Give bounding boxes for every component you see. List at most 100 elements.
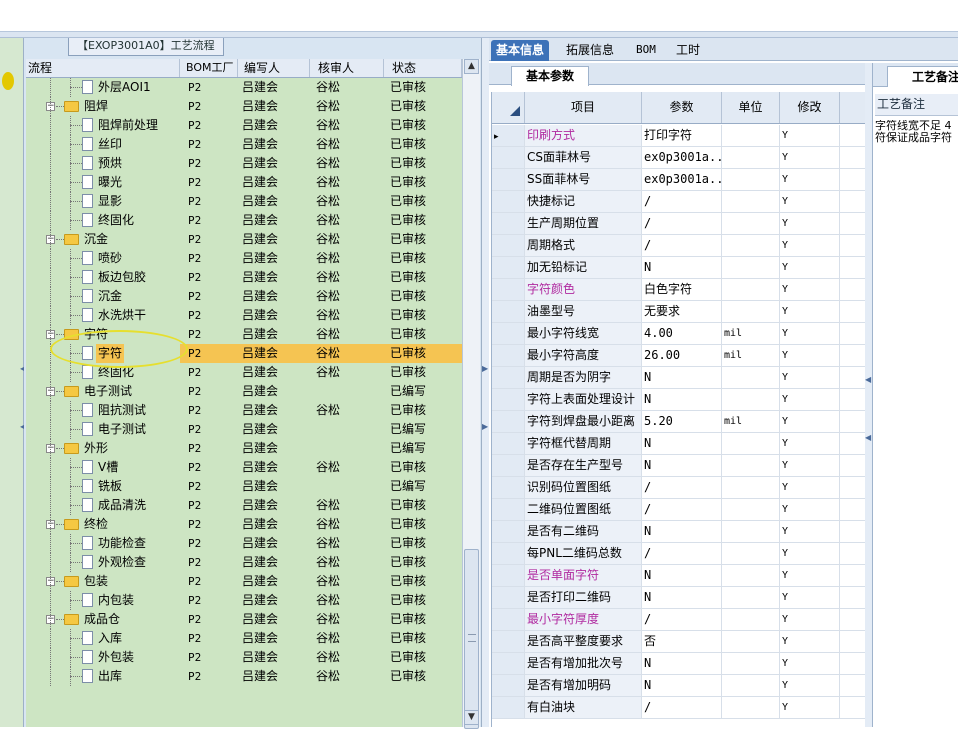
grid-cell-edit[interactable]: Y <box>780 521 840 542</box>
grid-row[interactable]: 生产周期位置 / Y <box>492 213 866 235</box>
column-header-writer[interactable]: 编写人 <box>238 59 310 77</box>
grid-row[interactable]: 字符到焊盘最小距离 5.20 mil Y <box>492 411 866 433</box>
grid-cell-unit[interactable] <box>722 587 780 608</box>
grid-row[interactable]: 是否单面字符 N Y <box>492 565 866 587</box>
grid-cell-param[interactable]: N <box>642 389 722 410</box>
tab-basic-info[interactable]: 基本信息 <box>491 40 550 61</box>
grid-cell-edit[interactable]: Y <box>780 169 840 190</box>
tree-node[interactable]: 水洗烘干 <box>26 306 180 325</box>
grid-row[interactable]: 最小字符高度 26.00 mil Y <box>492 345 866 367</box>
tree-row[interactable]: − 电子测试 P2 吕建会 已编写 <box>26 382 462 401</box>
tab-basic-params[interactable]: 基本参数 <box>511 66 590 86</box>
column-header-status[interactable]: 状态 <box>384 59 462 77</box>
row-selector[interactable] <box>492 323 525 344</box>
grid-cell-param[interactable]: N <box>642 653 722 674</box>
grid-cell-unit[interactable] <box>722 653 780 674</box>
grid-cell-unit[interactable] <box>722 389 780 410</box>
row-selector[interactable] <box>492 367 525 388</box>
tree-node[interactable]: 沉金 <box>26 287 180 306</box>
tree-node[interactable]: 预烘 <box>26 154 180 173</box>
grid-row[interactable]: 字符上表面处理设计 N Y <box>492 389 866 411</box>
tree-row[interactable]: 内包装 P2 吕建会 谷松 已审核 <box>26 591 462 610</box>
grid-cell-edit[interactable]: Y <box>780 609 840 630</box>
grid-cell-param[interactable]: 打印字符 <box>642 125 722 146</box>
tree-row[interactable]: 铣板 P2 吕建会 已编写 <box>26 477 462 496</box>
grid-cell-param[interactable]: 26.00 <box>642 345 722 366</box>
row-selector[interactable] <box>492 521 525 542</box>
grid-row[interactable]: 字符颜色 白色字符 Y <box>492 279 866 301</box>
grid-cell-edit[interactable]: Y <box>780 455 840 476</box>
splitter-arrow-icon[interactable]: ▶ <box>482 364 488 373</box>
row-selector[interactable] <box>492 147 525 168</box>
tree-row[interactable]: − 字符 P2 吕建会 谷松 已审核 <box>26 325 462 344</box>
grid-cell-param[interactable]: / <box>642 697 722 718</box>
tree-node[interactable]: 板边包胶 <box>26 268 180 287</box>
tree-row[interactable]: 成品清洗 P2 吕建会 谷松 已审核 <box>26 496 462 515</box>
tree-node[interactable]: − 沉金 <box>26 230 180 249</box>
grid-cell-unit[interactable] <box>722 191 780 212</box>
grid-cell-edit[interactable]: Y <box>780 213 840 234</box>
row-selector[interactable] <box>492 675 525 696</box>
tree-row[interactable]: − 阻焊 P2 吕建会 谷松 已审核 <box>26 97 462 116</box>
grid-row[interactable]: 是否高平整度要求否 Y <box>492 631 866 653</box>
grid-row[interactable]: 快捷标记 / Y <box>492 191 866 213</box>
grid-cell-unit[interactable] <box>722 631 780 652</box>
tree-node[interactable]: 外层AOI1 <box>26 78 180 97</box>
grid-cell-unit[interactable] <box>722 169 780 190</box>
tree-node[interactable]: 入库 <box>26 629 180 648</box>
notes-splitter[interactable]: ◀ ◀ <box>865 63 872 727</box>
grid-cell-unit[interactable] <box>722 367 780 388</box>
tab-process-notes[interactable]: 工艺备注 <box>887 66 958 87</box>
grid-cell-edit[interactable]: Y <box>780 587 840 608</box>
grid-cell-param[interactable]: / <box>642 235 722 256</box>
tree-node[interactable]: 丝印 <box>26 135 180 154</box>
grid-cell-param[interactable]: 无要求 <box>642 301 722 322</box>
grid-cell-edit[interactable]: Y <box>780 147 840 168</box>
column-header-flow[interactable]: 流程 <box>26 59 180 77</box>
grid-header-param[interactable]: 参数 <box>642 92 722 123</box>
grid-cell-unit[interactable] <box>722 301 780 322</box>
grid-cell-edit[interactable]: Y <box>780 191 840 212</box>
tree-row[interactable]: 显影 P2 吕建会 谷松 已审核 <box>26 192 462 211</box>
tree-row[interactable]: − 终检 P2 吕建会 谷松 已审核 <box>26 515 462 534</box>
tab-extended-info[interactable]: 拓展信息 <box>561 40 619 61</box>
grid-cell-edit[interactable]: Y <box>780 323 840 344</box>
tree-node[interactable]: − 外形 <box>26 439 180 458</box>
grid-cell-edit[interactable]: Y <box>780 125 840 146</box>
scroll-down-icon[interactable]: ▼ <box>464 710 479 725</box>
grid-cell-edit[interactable]: Y <box>780 631 840 652</box>
tree-node[interactable]: − 终检 <box>26 515 180 534</box>
row-selector[interactable] <box>492 411 525 432</box>
tree-node[interactable]: 外观检查 <box>26 553 180 572</box>
grid-row[interactable]: 字符框代替周期 N Y <box>492 433 866 455</box>
grid-cell-edit[interactable]: Y <box>780 477 840 498</box>
tree-node[interactable]: 终固化 <box>26 211 180 230</box>
grid-cell-unit[interactable] <box>722 499 780 520</box>
row-selector[interactable] <box>492 609 525 630</box>
row-selector[interactable] <box>492 653 525 674</box>
tab-bom[interactable]: BOM <box>631 40 661 61</box>
grid-row[interactable]: 是否有增加明码 N Y <box>492 675 866 697</box>
tree-node[interactable]: 外包装 <box>26 648 180 667</box>
grid-cell-unit[interactable] <box>722 433 780 454</box>
tree-row[interactable]: 电子测试 P2 吕建会 已编写 <box>26 420 462 439</box>
grid-cell-param[interactable]: N <box>642 433 722 454</box>
row-selector[interactable] <box>492 587 525 608</box>
row-selector[interactable] <box>492 301 525 322</box>
tree-row[interactable]: 字符 P2 吕建会 谷松 已审核 <box>26 344 462 363</box>
tree-node[interactable]: 终固化 <box>26 363 180 382</box>
grid-cell-unit[interactable] <box>722 147 780 168</box>
tree-row[interactable]: 预烘 P2 吕建会 谷松 已审核 <box>26 154 462 173</box>
tree-node[interactable]: 阻焊前处理 <box>26 116 180 135</box>
tree-node[interactable]: V槽 <box>26 458 180 477</box>
tree-node[interactable]: 阻抗测试 <box>26 401 180 420</box>
row-selector[interactable] <box>492 279 525 300</box>
row-selector[interactable] <box>492 697 525 718</box>
grid-cell-param[interactable]: 否 <box>642 631 722 652</box>
grid-row[interactable]: 是否有增加批次号 N Y <box>492 653 866 675</box>
tree-node[interactable]: − 电子测试 <box>26 382 180 401</box>
grid-cell-unit[interactable] <box>722 697 780 718</box>
tree-row[interactable]: 终固化 P2 吕建会 谷松 已审核 <box>26 211 462 230</box>
grid-cell-param[interactable]: N <box>642 521 722 542</box>
grid-cell-param[interactable]: ex0p3001a... <box>642 169 722 190</box>
